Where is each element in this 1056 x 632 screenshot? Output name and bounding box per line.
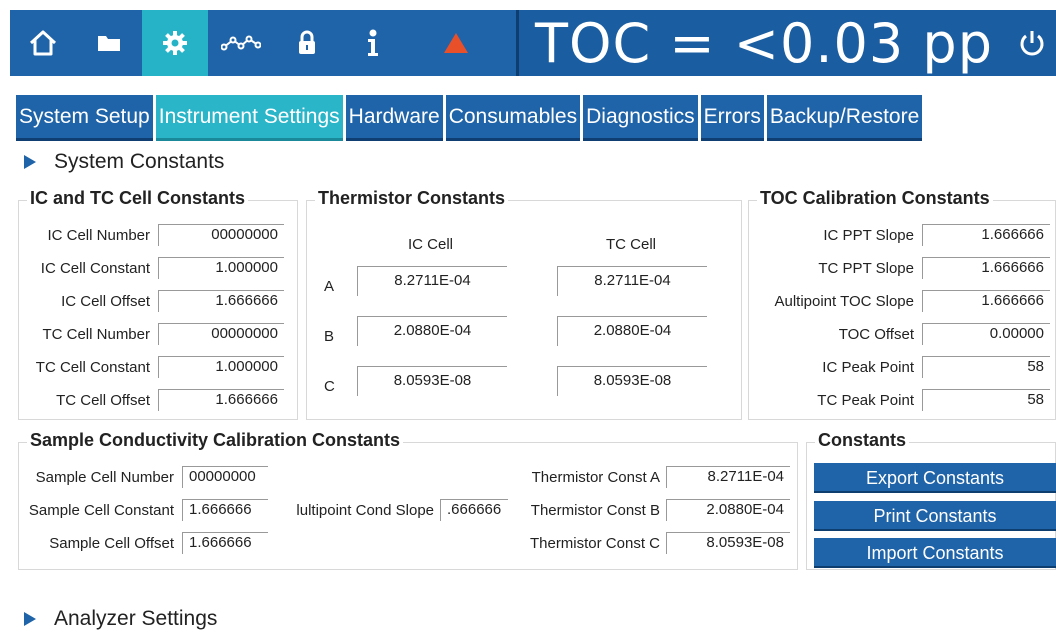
ic-thermistor-a-field[interactable]: 8.2711E-04 [357, 266, 507, 296]
toc-offset-label: TOC Offset [838, 326, 914, 343]
export-constants-button[interactable]: Export Constants [814, 463, 1056, 493]
tab-errors[interactable]: Errors [700, 95, 764, 141]
alarm-icon[interactable] [406, 10, 506, 76]
sample-cell-number-field[interactable]: 00000000 [182, 466, 268, 488]
tc-cell-number-field[interactable]: 00000000 [158, 323, 284, 345]
sample-cell-constant-label: Sample Cell Constant [28, 502, 174, 519]
thermistor-const-c-field[interactable]: 8.0593E-08 [666, 532, 790, 554]
sample-cell-number-label: Sample Cell Number [35, 469, 174, 486]
analyzer-settings-title: Analyzer Settings [54, 607, 218, 630]
thermistor-c-label: C [324, 378, 335, 395]
tab-backup-restore[interactable]: Backup/Restore [766, 95, 923, 141]
ic-cell-constant-label: IC Cell Constant [40, 260, 150, 277]
sample-cell-offset-label: Sample Cell Offset [49, 535, 174, 552]
ic-thermistor-b-field[interactable]: 2.0880E-04 [357, 316, 507, 346]
thermistor-const-b-label: Thermistor Const B [530, 502, 660, 519]
import-constants-button[interactable]: Import Constants [814, 538, 1056, 568]
tab-diagnostics[interactable]: Diagnostics [583, 95, 698, 141]
tc-cell-number-label: TC Cell Number [42, 326, 150, 343]
thermistor-a-label: A [324, 278, 335, 295]
toc-reading: TOC = <0.03 pp [535, 12, 993, 75]
tab-bar: System Setup Instrument Settings Hardwar… [16, 95, 925, 141]
ic-cell-offset-label: IC Cell Offset [61, 293, 150, 310]
ic-ppt-slope-label: IC PPT Slope [823, 227, 914, 244]
tc-ppt-slope-label: TC PPT Slope [818, 260, 914, 277]
tc-peak-point-label: TC Peak Point [817, 392, 914, 409]
gear-icon[interactable] [142, 10, 208, 76]
ic-cell-offset-field[interactable]: 1.666666 [158, 290, 284, 312]
toc-offset-field[interactable]: 0.00000 [922, 323, 1050, 345]
sample-cell-constant-field[interactable]: 1.666666 [182, 499, 268, 521]
lock-icon[interactable] [274, 10, 340, 76]
info-icon[interactable] [340, 10, 406, 76]
ic-cell-constant-field[interactable]: 1.000000 [158, 257, 284, 279]
ic-cell-number-field[interactable]: 00000000 [158, 224, 284, 246]
tab-consumables[interactable]: Consumables [445, 95, 581, 141]
ic-peak-point-field[interactable]: 58 [922, 356, 1050, 378]
power-icon[interactable] [1008, 10, 1056, 76]
tab-hardware[interactable]: Hardware [345, 95, 443, 141]
thermistor-const-c-label: Thermistor Const C [529, 535, 660, 552]
home-icon[interactable] [10, 10, 76, 76]
thermistor-const-a-field[interactable]: 8.2711E-04 [666, 466, 790, 488]
ic-peak-point-label: IC Peak Point [822, 359, 914, 376]
tc-thermistor-b-field[interactable]: 2.0880E-04 [557, 316, 707, 346]
tab-system-setup[interactable]: System Setup [16, 95, 153, 141]
multipoint-toc-slope-field[interactable]: 1.666666 [922, 290, 1050, 312]
tc-cell-constant-label: TC Cell Constant [35, 359, 150, 376]
multipoint-toc-slope-label: Aultipoint TOC Slope [774, 293, 914, 310]
group-title: Sample Conductivity Calibration Constant… [27, 430, 404, 451]
expand-triangle-icon [24, 155, 36, 169]
tc-peak-point-field[interactable]: 58 [922, 389, 1050, 411]
toc-readout-panel: TOC = <0.03 pp [516, 10, 1056, 76]
tc-thermistor-c-field[interactable]: 8.0593E-08 [557, 366, 707, 396]
ic-ppt-slope-field[interactable]: 1.666666 [922, 224, 1050, 246]
tc-cell-offset-field[interactable]: 1.666666 [158, 389, 284, 411]
sample-cell-offset-field[interactable]: 1.666666 [182, 532, 268, 554]
system-constants-title: System Constants [54, 150, 225, 173]
system-constants-toggle[interactable]: System Constants [24, 150, 224, 174]
ic-thermistor-c-field[interactable]: 8.0593E-08 [357, 366, 507, 396]
print-constants-button[interactable]: Print Constants [814, 501, 1056, 531]
tab-instrument-settings[interactable]: Instrument Settings [155, 95, 343, 141]
folder-icon[interactable] [76, 10, 142, 76]
group-title: IC and TC Cell Constants [27, 188, 249, 209]
ic-cell-column-header: IC Cell [408, 236, 454, 253]
group-title: Constants [815, 430, 910, 451]
trend-icon[interactable] [208, 10, 274, 76]
thermistor-const-b-field[interactable]: 2.0880E-04 [666, 499, 790, 521]
tc-cell-offset-label: TC Cell Offset [56, 392, 150, 409]
tc-ppt-slope-field[interactable]: 1.666666 [922, 257, 1050, 279]
analyzer-settings-toggle[interactable]: Analyzer Settings [24, 607, 217, 631]
tc-cell-constant-field[interactable]: 1.000000 [158, 356, 284, 378]
thermistor-b-label: B [324, 328, 335, 345]
multipoint-cond-slope-field[interactable]: .666666 [440, 499, 508, 521]
thermistor-const-a-label: Thermistor Const A [531, 469, 660, 486]
tc-thermistor-a-field[interactable]: 8.2711E-04 [557, 266, 707, 296]
group-title: TOC Calibration Constants [757, 188, 993, 209]
tc-cell-column-header: TC Cell [606, 236, 657, 253]
group-title: Thermistor Constants [315, 188, 509, 209]
ic-cell-number-label: IC Cell Number [47, 227, 150, 244]
expand-triangle-icon [24, 612, 36, 626]
top-toolbar: TOC = <0.03 pp [10, 10, 1056, 76]
multipoint-cond-slope-label: lultipoint Cond Slope [296, 502, 434, 519]
